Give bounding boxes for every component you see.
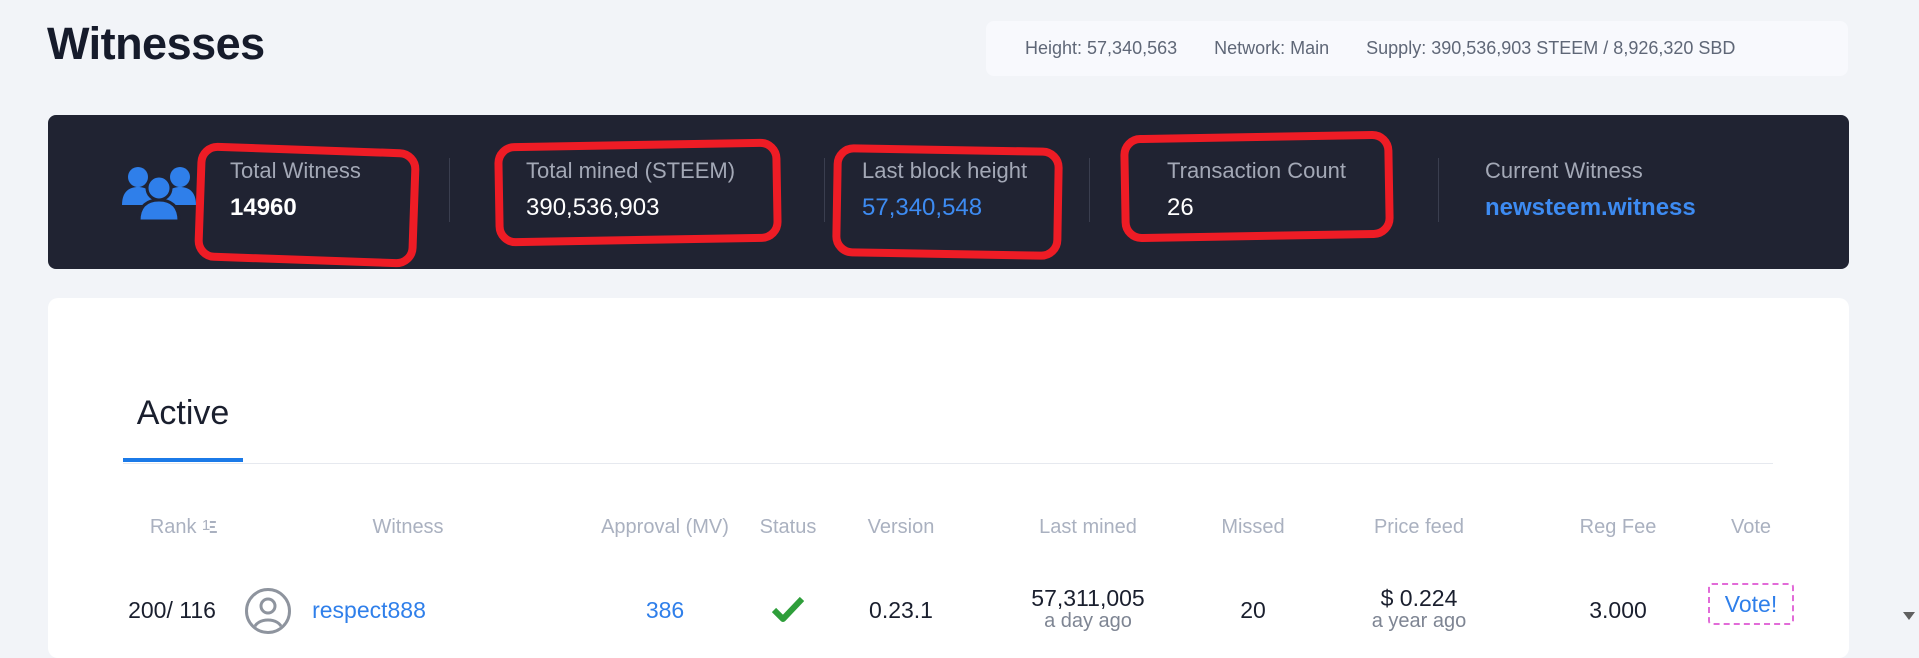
- supply-info: Supply: 390,536,903 STEEM / 8,926,320 SB…: [1366, 38, 1736, 58]
- tab-active-indicator: [123, 458, 243, 462]
- stat-transaction-count-label: Transaction Count: [1167, 158, 1346, 183]
- network-info: Network: Main: [1214, 38, 1330, 58]
- stat-last-block-label: Last block height: [862, 158, 1028, 183]
- row-witness-link[interactable]: respect888: [312, 597, 426, 624]
- users-icon: [122, 167, 196, 223]
- stat-current-witness-label: Current Witness: [1485, 158, 1643, 183]
- stat-divider: [1089, 158, 1090, 222]
- header-vote[interactable]: Vote: [1731, 516, 1771, 539]
- stat-transaction-count-value: 26: [1167, 194, 1194, 221]
- block-height-info: Height: 57,340,563: [1025, 38, 1178, 58]
- user-avatar-icon[interactable]: [245, 588, 291, 634]
- header-price-feed[interactable]: Price feed: [1374, 516, 1464, 539]
- stat-total-mined: Total mined (STEEM) 390,536,903: [526, 158, 735, 222]
- header-version[interactable]: Version: [868, 516, 935, 539]
- vote-button[interactable]: Vote!: [1708, 583, 1794, 625]
- row-price-feed-ago: a year ago: [1371, 610, 1467, 632]
- svg-text:1: 1: [202, 517, 210, 534]
- header-approval[interactable]: Approval (MV): [601, 516, 729, 539]
- tab-divider: [123, 463, 1773, 464]
- stat-current-witness-link[interactable]: newsteem.witness: [1485, 194, 1696, 222]
- header-status[interactable]: Status: [760, 516, 817, 539]
- row-missed: 20: [1240, 597, 1266, 623]
- checkmark-icon: [772, 596, 804, 622]
- network-info-bar: Height: 57,340,563 Network: Main Supply:…: [986, 21, 1848, 76]
- stat-total-mined-value: 390,536,903: [526, 194, 660, 221]
- stat-total-witness-value: 14960: [230, 194, 297, 221]
- sort-ascending-icon[interactable]: 1: [202, 517, 218, 535]
- stat-total-witness: Total Witness 14960: [230, 158, 361, 222]
- header-missed[interactable]: Missed: [1221, 516, 1284, 539]
- stat-total-mined-label: Total mined (STEEM): [526, 158, 736, 183]
- row-last-mined-block[interactable]: 57,311,005: [1031, 585, 1144, 611]
- stat-divider: [449, 158, 450, 222]
- witness-table-card: Active Rank 1 Witness Approval (MV) Stat…: [48, 298, 1849, 658]
- stat-current-witness: Current Witness newsteem.witness: [1485, 158, 1696, 222]
- header-witness[interactable]: Witness: [372, 516, 443, 539]
- row-rank: 200/ 116: [128, 597, 216, 623]
- row-reg-fee: 3.000: [1589, 597, 1647, 623]
- row-price-feed: $ 0.224 a year ago: [1372, 585, 1467, 633]
- header-last-mined[interactable]: Last mined: [1039, 516, 1137, 539]
- header-rank[interactable]: Rank 1: [150, 516, 218, 539]
- stat-divider: [1438, 158, 1439, 222]
- row-last-mined: 57,311,005 a day ago: [1031, 585, 1144, 633]
- row-price-feed-value: $ 0.224: [1380, 585, 1458, 611]
- stat-total-witness-label: Total Witness: [230, 158, 361, 183]
- header-reg-fee[interactable]: Reg Fee: [1580, 516, 1657, 539]
- stat-divider: [824, 158, 825, 222]
- tab-active[interactable]: Active: [123, 394, 243, 433]
- stat-transaction-count: Transaction Count 26: [1167, 158, 1346, 222]
- row-version: 0.23.1: [869, 597, 933, 623]
- stat-last-block-link[interactable]: 57,340,548: [862, 194, 1027, 222]
- page-title: Witnesses: [47, 18, 265, 69]
- stat-last-block: Last block height 57,340,548: [862, 158, 1027, 222]
- header-rank-label: Rank: [149, 516, 197, 538]
- scrollbar-down-arrow[interactable]: [1903, 612, 1915, 620]
- stats-banner: Total Witness 14960 Total mined (STEEM) …: [48, 115, 1849, 269]
- row-last-mined-ago: a day ago: [1044, 610, 1132, 632]
- row-approval-link[interactable]: 386: [646, 597, 684, 624]
